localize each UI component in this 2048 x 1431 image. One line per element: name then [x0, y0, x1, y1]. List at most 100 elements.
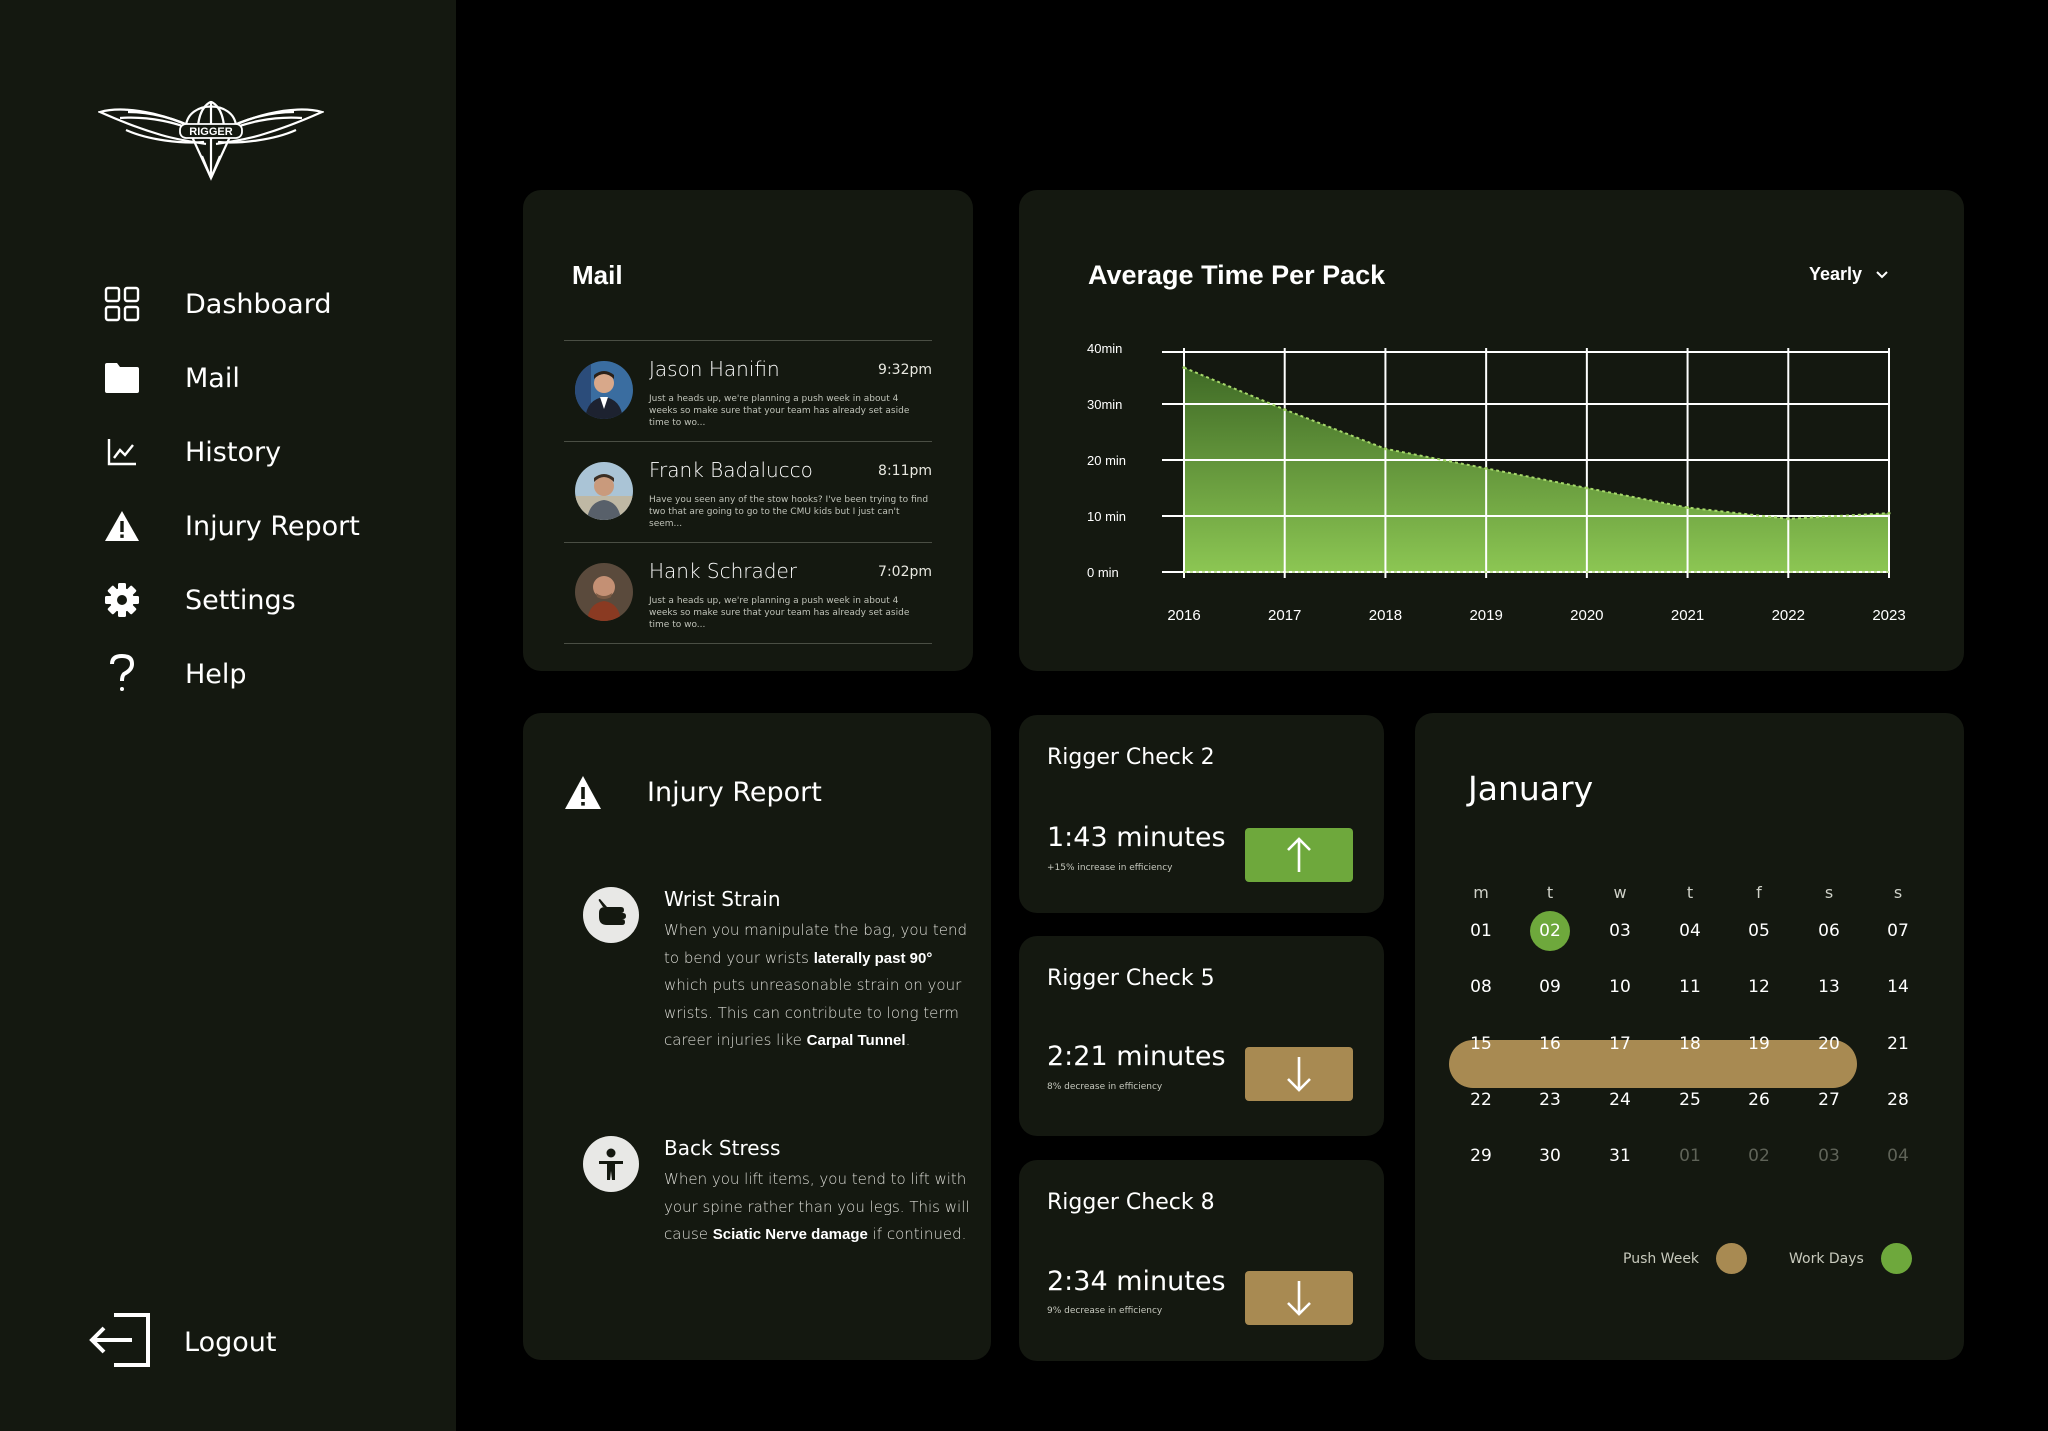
rigger-check-title: Rigger Check 5 — [1047, 966, 1215, 991]
trend-down-button[interactable] — [1245, 1271, 1353, 1325]
chart-y-tick-label: 30min — [1087, 397, 1122, 412]
rigger-check-time: 1:43 minutes — [1047, 822, 1226, 853]
mail-item[interactable]: Hank Schrader 7:02pm Just a heads up, we… — [564, 543, 932, 643]
divider — [564, 643, 932, 644]
arrow-down-icon — [1287, 1057, 1311, 1092]
calendar-day[interactable]: 11 — [1670, 967, 1710, 1007]
calendar-weekday: t — [1546, 883, 1554, 902]
calendar-day[interactable]: 13 — [1809, 967, 1849, 1007]
work-day-dot — [1880, 1243, 1912, 1274]
calendar-weekday: f — [1756, 883, 1762, 902]
sidebar-item-dashboard[interactable]: Dashboard — [100, 281, 420, 327]
calendar-day[interactable]: 27 — [1809, 1080, 1849, 1120]
calendar-day[interactable]: 18 — [1670, 1024, 1710, 1064]
question-icon — [100, 652, 144, 696]
calendar-day[interactable]: 16 — [1530, 1024, 1570, 1064]
chart-point — [1786, 517, 1790, 521]
rigger-wings-logo-icon: RIGGER — [96, 100, 326, 181]
calendar-day[interactable]: 23 — [1530, 1080, 1570, 1120]
calendar-day[interactable]: 10 — [1600, 967, 1640, 1007]
chevron-down-icon — [1876, 270, 1888, 278]
calendar-day[interactable]: 20 — [1809, 1024, 1849, 1064]
mail-preview: Just a heads up, we're planning a push w… — [649, 394, 910, 428]
rigger-check-card[interactable]: Rigger Check 8 2:34 minutes 9% decrease … — [1019, 1160, 1384, 1361]
calendar-day-outside-month[interactable]: 02 — [1739, 1136, 1779, 1176]
mail-title: Mail — [572, 260, 623, 290]
calendar-day[interactable]: 07 — [1878, 911, 1918, 951]
calendar-day[interactable]: 30 — [1530, 1136, 1570, 1176]
calendar-day[interactable]: 25 — [1670, 1080, 1710, 1120]
rigger-check-card[interactable]: Rigger Check 5 2:21 minutes 8% decrease … — [1019, 936, 1384, 1136]
chart-y-tick-label: 20 min — [1087, 453, 1126, 468]
calendar-day[interactable]: 12 — [1739, 967, 1779, 1007]
calendar-day[interactable]: 29 — [1461, 1136, 1501, 1176]
sidebar-item-injury-report[interactable]: Injury Report — [100, 503, 420, 549]
rigger-check-efficiency: 9% decrease in efficiency — [1047, 1306, 1163, 1316]
calendar-day[interactable]: 06 — [1809, 911, 1849, 951]
calendar-day[interactable]: 24 — [1600, 1080, 1640, 1120]
calendar-day[interactable]: 19 — [1739, 1024, 1779, 1064]
calendar-day[interactable]: 17 — [1600, 1024, 1640, 1064]
mail-item[interactable]: Frank Badalucco 8:11pm Have you seen any… — [564, 442, 932, 542]
chart-point — [1383, 447, 1387, 451]
calendar-day[interactable]: 22 — [1461, 1080, 1501, 1120]
logout-button[interactable]: Logout — [88, 1312, 388, 1372]
sidebar-item-label: Help — [185, 658, 247, 690]
chart-x-tick-label: 2017 — [1268, 607, 1301, 624]
calendar-day[interactable]: 05 — [1739, 911, 1779, 951]
sidebar-item-history[interactable]: History — [100, 429, 420, 475]
line-chart-icon — [100, 430, 144, 474]
period-dropdown[interactable]: Yearly — [1809, 264, 1890, 285]
calendar-day[interactable]: 03 — [1600, 911, 1640, 951]
calendar-day[interactable]: 14 — [1878, 967, 1918, 1007]
trend-up-button[interactable] — [1245, 828, 1353, 882]
calendar-day-outside-month[interactable]: 03 — [1809, 1136, 1849, 1176]
sidebar-item-help[interactable]: Help — [100, 651, 420, 697]
mail-item[interactable]: Jason Hanifin 9:32pm Just a heads up, we… — [564, 341, 932, 441]
rigger-check-card[interactable]: Rigger Check 2 1:43 minutes +15% increas… — [1019, 715, 1384, 913]
calendar-weekday: t — [1686, 883, 1694, 902]
period-dropdown-label: Yearly — [1809, 264, 1863, 284]
hand-icon — [583, 887, 639, 943]
calendar-day[interactable]: 02 — [1530, 911, 1570, 951]
chart-x-tick-label: 2016 — [1167, 607, 1200, 624]
mail-time: 9:32pm — [878, 362, 932, 378]
gear-icon — [100, 578, 144, 622]
chart-point — [1686, 506, 1690, 510]
calendar-weekday: w — [1613, 883, 1627, 902]
calendar-day[interactable]: 26 — [1739, 1080, 1779, 1120]
chart-area-fill — [1184, 367, 1889, 572]
calendar-day[interactable]: 15 — [1461, 1024, 1501, 1064]
calendar-day-outside-month[interactable]: 01 — [1670, 1136, 1710, 1176]
sidebar-item-mail[interactable]: Mail — [100, 355, 420, 401]
calendar-day[interactable]: 04 — [1670, 911, 1710, 951]
mail-card: Mail Jason Hanifin 9:32pm Just a heads u… — [523, 190, 973, 671]
chart-title: Average Time Per Pack — [1088, 260, 1386, 290]
calendar-day[interactable]: 21 — [1878, 1024, 1918, 1064]
calendar-day-outside-month[interactable]: 04 — [1878, 1136, 1918, 1176]
chart-x-tick-label: 2021 — [1671, 607, 1704, 624]
calendar-day[interactable]: 01 — [1461, 911, 1501, 951]
calendar-day[interactable]: 28 — [1878, 1080, 1918, 1120]
rigger-check-efficiency: +15% increase in efficiency — [1047, 863, 1173, 873]
logout-icon — [88, 1311, 152, 1373]
trend-down-button[interactable] — [1245, 1047, 1353, 1101]
sidebar-item-settings[interactable]: Settings — [100, 577, 420, 623]
grid-icon — [100, 282, 144, 326]
sidebar: RIGGER Dashboard Mail History Injury Rep… — [0, 0, 456, 1431]
logo-text: RIGGER — [189, 126, 232, 138]
chart-x-tick-label: 2019 — [1469, 607, 1502, 624]
arrow-up-icon — [1287, 837, 1311, 872]
calendar-day[interactable]: 08 — [1461, 967, 1501, 1007]
injury-description: When you lift items, you tend to lift wi… — [664, 1170, 970, 1243]
calendar-day[interactable]: 09 — [1530, 967, 1570, 1007]
chart-card: 0 min 10 min 20 min 30min 40min 2016 2017 2018 2… — [1019, 190, 1964, 671]
rigger-logo[interactable]: RIGGER — [96, 86, 326, 182]
rigger-check-time: 2:34 minutes — [1047, 1266, 1226, 1297]
calendar-weekday: m — [1473, 883, 1489, 902]
rigger-check-efficiency: 8% decrease in efficiency — [1047, 1082, 1163, 1092]
rigger-check-title: Rigger Check 2 — [1047, 745, 1215, 770]
calendar-day[interactable]: 31 — [1600, 1136, 1640, 1176]
sidebar-item-label: Dashboard — [185, 288, 332, 320]
legend-work-days: Work Days — [1789, 1243, 1912, 1274]
